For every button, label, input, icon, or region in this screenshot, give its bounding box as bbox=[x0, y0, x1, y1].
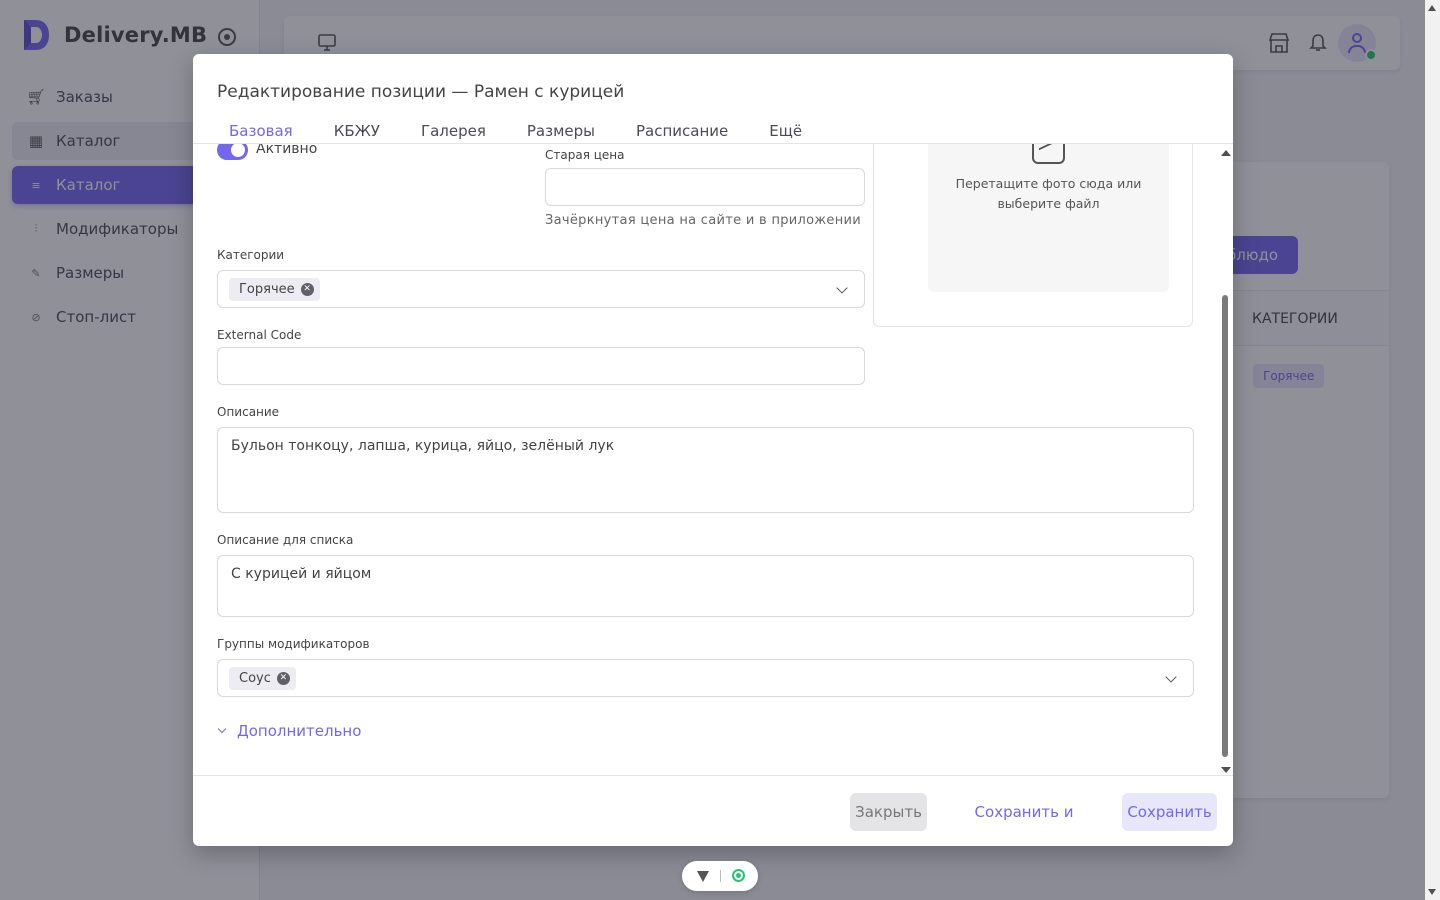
photo-upload-frame: Перетащите фото сюда или выберите файл bbox=[873, 144, 1193, 327]
photo-dropzone[interactable]: Перетащите фото сюда или выберите файл bbox=[928, 144, 1169, 292]
tab-nutrition[interactable]: КБЖУ bbox=[334, 122, 380, 144]
scroll-up-icon[interactable] bbox=[1221, 150, 1231, 156]
tab-gallery[interactable]: Галерея bbox=[421, 122, 486, 144]
active-toggle[interactable] bbox=[217, 144, 248, 160]
categories-label: Категории bbox=[217, 248, 285, 262]
tab-schedule[interactable]: Расписание bbox=[636, 122, 728, 144]
edit-item-modal: Редактирование позиции — Рамен с курицей… bbox=[193, 54, 1233, 846]
tab-basic[interactable]: Базовая bbox=[217, 122, 293, 144]
external-code-input[interactable] bbox=[217, 347, 865, 385]
active-toggle-label: Активно bbox=[256, 144, 318, 157]
chevron-down-icon bbox=[836, 282, 848, 294]
additional-toggle[interactable]: Дополнительно bbox=[217, 722, 361, 740]
old-price-hint: Зачёркнутая цена на сайте и в приложении bbox=[545, 213, 862, 228]
save-button[interactable]: Сохранить bbox=[1122, 793, 1217, 831]
description-label: Описание bbox=[217, 405, 280, 419]
modal-title: Редактирование позиции — Рамен с курицей bbox=[217, 82, 625, 102]
old-price-input[interactable] bbox=[545, 168, 865, 206]
old-price-label: Старая цена bbox=[545, 148, 625, 162]
scroll-down-icon[interactable] bbox=[1428, 889, 1436, 895]
tab-sizes[interactable]: Размеры bbox=[527, 122, 595, 144]
modal-body: Активно Старая цена Зачёркнутая цена на … bbox=[193, 144, 1233, 775]
scroll-down-icon[interactable] bbox=[1221, 767, 1231, 773]
inspect-target-icon[interactable] bbox=[732, 869, 745, 882]
category-chip-label: Горячее bbox=[239, 282, 295, 297]
chevron-down-icon bbox=[217, 724, 227, 734]
vue-devtools-icon[interactable] bbox=[697, 871, 709, 882]
list-description-label: Описание для списка bbox=[217, 533, 354, 547]
image-icon bbox=[1032, 144, 1065, 164]
scrollbar-thumb[interactable] bbox=[1222, 295, 1228, 757]
modal-scrollbar[interactable] bbox=[1220, 147, 1231, 773]
modal-footer: Закрыть Сохранить и закрыть Сохранить bbox=[193, 775, 1233, 846]
modifier-chip-label: Соус bbox=[239, 671, 271, 686]
photo-dropzone-text: Перетащите фото сюда или выберите файл bbox=[955, 176, 1142, 211]
save-and-close-button[interactable]: Сохранить и закрыть bbox=[943, 793, 1105, 846]
description-textarea[interactable]: Бульон тонкоцу, лапша, курица, яйцо, зел… bbox=[217, 427, 1194, 513]
modifier-chip: Соус ✕ bbox=[229, 667, 296, 690]
scroll-up-icon[interactable] bbox=[1428, 5, 1436, 11]
tab-more[interactable]: Ещё bbox=[769, 122, 802, 144]
remove-chip-icon[interactable]: ✕ bbox=[300, 283, 314, 296]
modifier-groups-label: Группы модификаторов bbox=[217, 637, 370, 651]
category-chip: Горячее ✕ bbox=[229, 278, 320, 301]
additional-toggle-label: Дополнительно bbox=[237, 722, 362, 740]
close-button[interactable]: Закрыть bbox=[850, 793, 927, 831]
external-code-label: External Code bbox=[217, 328, 302, 342]
chevron-down-icon bbox=[1165, 671, 1177, 683]
modifier-groups-select[interactable]: Соус ✕ bbox=[217, 659, 1194, 697]
remove-chip-icon[interactable]: ✕ bbox=[276, 672, 290, 685]
modal-tabs: Базовая КБЖУ Галерея Размеры Расписание … bbox=[217, 122, 843, 144]
devtools-widget bbox=[682, 861, 758, 891]
page-scrollbar[interactable] bbox=[1425, 0, 1440, 900]
categories-select[interactable]: Горячее ✕ bbox=[217, 270, 865, 308]
list-description-textarea[interactable]: С курицей и яйцом bbox=[217, 555, 1194, 617]
